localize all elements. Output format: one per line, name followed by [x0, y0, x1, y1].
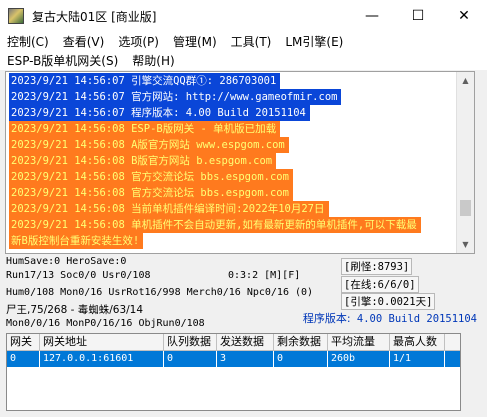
cell-gateway: 0	[7, 351, 40, 367]
window-title: 复古大陆01区 [商业版]	[32, 9, 157, 24]
col-gateway[interactable]: 网关	[7, 334, 40, 350]
engine-uptime: [引擎:0.0021天]	[341, 293, 436, 310]
log-line: 2023/9/21 14:56:08 当前单机插件编译时间:2022年10月27…	[9, 201, 329, 217]
log-line: 2023/9/21 14:56:08 ESP-B版网关 - 单机版已加载	[9, 121, 281, 137]
menu-view[interactable]: 查看(V)	[56, 33, 112, 50]
menu-row-1: 控制(C) 查看(V) 选项(P) 管理(M) 工具(T) LM引擎(E)	[0, 32, 487, 51]
log-line: 新B版控制台重新安装生效!	[9, 233, 144, 249]
cell-queue-data: 0	[164, 351, 217, 367]
log-panel[interactable]: 2023/9/21 14:56:07 引擎交流QQ群①: 286703001 2…	[5, 71, 475, 254]
version-label: 程序版本:	[302, 312, 351, 325]
menu-bar: 控制(C) 查看(V) 选项(P) 管理(M) 工具(T) LM引擎(E) ES…	[0, 32, 487, 70]
log-scrollbar[interactable]: ▲ ▼	[456, 72, 474, 253]
log-line: 2023/9/21 14:56:07 引擎交流QQ群①: 286703001	[9, 73, 281, 89]
close-button[interactable]: ✕	[441, 0, 487, 32]
run-status: Run17/13 Soc0/0 Usr0/108	[6, 270, 151, 281]
app-icon[interactable]	[8, 8, 24, 24]
log-line: 2023/9/21 14:56:07 程序版本: 4.00 Build 2015…	[9, 105, 310, 121]
log-line: 2023/9/21 14:56:08 A版官方网站 www.espgom.com	[9, 137, 289, 153]
save-status: HumSave:0 HeroSave:0	[6, 256, 127, 267]
menu-lm-engine[interactable]: LM引擎(E)	[278, 33, 350, 50]
scroll-up-arrow-icon[interactable]: ▲	[457, 72, 474, 89]
maximize-button[interactable]: ☐	[395, 0, 441, 32]
cell-sent-data: 3	[217, 351, 274, 367]
program-version: 程序版本: 4.00 Build 20151104	[303, 310, 477, 326]
log-line: 2023/9/21 14:56:08 官方交流论坛 bbs.espgom.com	[9, 185, 293, 201]
monster-kill-status: 尸王,75/268 - 毒蜘蛛/63/14	[6, 304, 144, 316]
log-line: 2023/9/21 14:56:07 官方网站: http://www.game…	[9, 89, 342, 105]
col-max-users[interactable]: 最高人数	[390, 334, 445, 350]
menu-manage[interactable]: 管理(M)	[166, 33, 224, 50]
refresh-monster-counter: [刷怪:8793]	[341, 258, 413, 275]
scroll-down-arrow-icon[interactable]: ▼	[457, 236, 474, 253]
cell-max-users: 1/1	[390, 351, 445, 367]
log-line: 2023/9/21 14:56:08 官方交流论坛 bbs.espgom.com	[9, 169, 293, 185]
log-line: 2023/9/21 14:56:08 B版官方网站 b.espgom.com	[9, 153, 277, 169]
cell-avg-traffic: 260b	[328, 351, 390, 367]
cell-remaining-data: 0	[274, 351, 328, 367]
col-remaining-data[interactable]: 剩余数据	[274, 334, 328, 350]
title-bar: 复古大陆01区 [商业版] — ☐ ✕	[0, 0, 487, 32]
menu-options[interactable]: 选项(P)	[111, 33, 166, 50]
col-avg-traffic[interactable]: 平均流量	[328, 334, 390, 350]
col-sent-data[interactable]: 发送数据	[217, 334, 274, 350]
log-lines: 2023/9/21 14:56:07 引擎交流QQ群①: 286703001 2…	[9, 73, 463, 249]
gateway-table[interactable]: 网关 网关地址 队列数据 发送数据 剩余数据 平均流量 最高人数 0 127.0…	[6, 333, 461, 411]
cell-gateway-address: 127.0.0.1:61601	[40, 351, 164, 367]
time-status: 0:3:2 [M][F]	[228, 270, 301, 281]
gateway-table-header: 网关 网关地址 队列数据 发送数据 剩余数据 平均流量 最高人数	[7, 334, 460, 351]
menu-control[interactable]: 控制(C)	[0, 33, 56, 50]
menu-tools[interactable]: 工具(T)	[224, 33, 279, 50]
window-controls: — ☐ ✕	[349, 0, 487, 32]
table-row[interactable]: 0 127.0.0.1:61601 0 3 0 260b 1/1	[7, 351, 460, 367]
human-monster-status: Hum0/108 Mon0/16 UsrRot16/998 Merch0/16 …	[6, 287, 314, 298]
col-gateway-address[interactable]: 网关地址	[40, 334, 164, 350]
menu-row-2: ESP-B版单机网关(S) 帮助(H)	[0, 51, 487, 70]
online-counter: [在线:6/6/0]	[341, 276, 419, 293]
col-queue-data[interactable]: 队列数据	[164, 334, 217, 350]
minimize-button[interactable]: —	[349, 0, 395, 32]
menu-esp-gateway[interactable]: ESP-B版单机网关(S)	[0, 52, 125, 69]
log-line: 2023/9/21 14:56:08 单机插件不会自动更新,如有最新更新的单机插…	[9, 217, 421, 233]
monster-object-status: Mon0/0/16 MonP0/16/16 ObjRun0/108	[6, 318, 205, 329]
version-value: 4.00 Build 20151104	[350, 313, 477, 325]
log-scroll-thumb[interactable]	[460, 200, 471, 216]
menu-help[interactable]: 帮助(H)	[125, 52, 181, 69]
